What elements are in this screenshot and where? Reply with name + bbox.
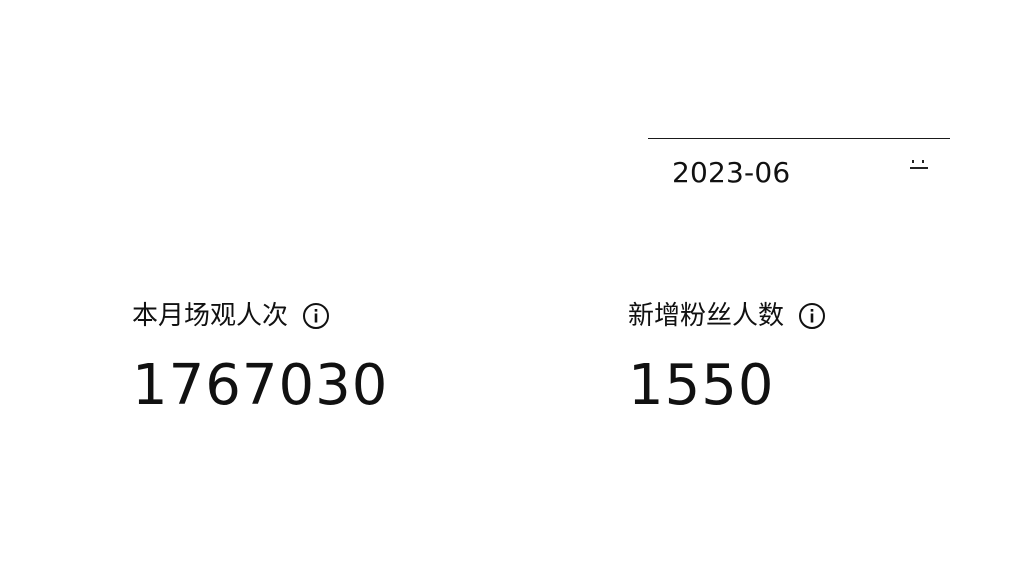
info-icon[interactable] [798,302,826,330]
info-icon[interactable] [302,302,330,330]
month-value[interactable]: 2023-06 [672,157,790,189]
stat-label-row: 新增粉丝人数 [628,296,826,336]
stat-new-followers: 新增粉丝人数 1550 [628,296,826,416]
month-picker[interactable]: 2023-06 [648,138,950,204]
stat-label-row: 本月场观人次 [132,296,388,336]
stat-label: 新增粉丝人数 [628,301,785,331]
stat-value: 1550 [628,353,775,418]
stat-monthly-views: 本月场观人次 1767030 [132,296,388,416]
stat-value: 1767030 [132,353,389,418]
calendar-icon[interactable] [910,159,928,171]
stat-label: 本月场观人次 [132,301,289,331]
